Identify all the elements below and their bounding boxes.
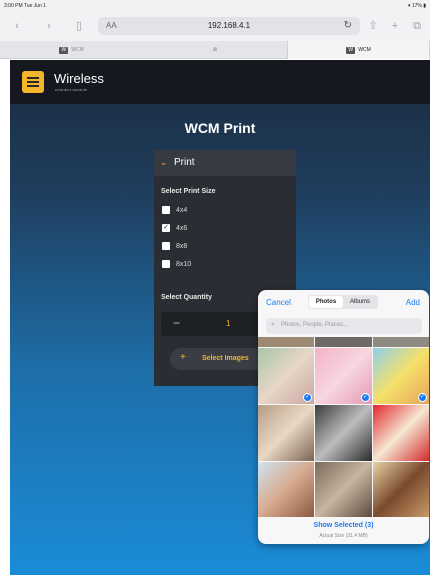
battery-indicator: ▾ 17% ▮ — [407, 3, 426, 9]
picker-toolbar: Cancel Photos Albums Add — [258, 290, 429, 316]
photo-thumbnail[interactable] — [373, 462, 429, 517]
checkmark-icon: ✓ — [418, 393, 427, 402]
checkbox[interactable] — [162, 260, 170, 268]
reload-icon[interactable]: ↻ — [344, 20, 352, 31]
status-time: 3:00 PM Tue Jun 1 — [4, 3, 46, 9]
quantity-value: 1 — [226, 319, 231, 328]
tab-title: WCM — [358, 47, 371, 53]
tab-favicon: W — [346, 46, 356, 54]
size-label: 4x4 — [176, 206, 188, 214]
add-button[interactable]: Add — [406, 298, 420, 307]
back-icon[interactable]: ‹ — [10, 19, 24, 33]
web-page: Wireless connect module WCM Print ⌄ Prin… — [10, 60, 430, 575]
actual-size-note: Actual Size (31.4 MB) — [319, 533, 368, 539]
tab-photos[interactable]: Photos — [309, 296, 343, 308]
hamburger-menu-button[interactable] — [22, 71, 44, 93]
select-images-label: Select Images — [202, 355, 249, 362]
photo-thumbnail[interactable]: ✓ — [373, 348, 429, 404]
browser-toolbar: ‹ › ▯ AA 192.168.4.1 ↻ ⇧ + ⧉ — [0, 11, 430, 41]
checkbox[interactable] — [162, 206, 170, 214]
picker-segmented-control: Photos Albums — [308, 295, 378, 309]
print-panel-header[interactable]: ⌄ Print — [154, 150, 296, 176]
app-header: Wireless connect module — [10, 60, 430, 104]
checkbox-checked[interactable]: ✓ — [162, 224, 170, 232]
photo-thumbnail[interactable] — [258, 462, 314, 517]
tab-favicon: W — [59, 46, 69, 54]
tabs-overview-icon[interactable]: ⧉ — [410, 19, 424, 33]
size-option-8x10[interactable]: 8x10 — [162, 257, 191, 271]
checkmark-icon: ✓ — [361, 393, 370, 402]
photo-thumbnail[interactable] — [373, 337, 429, 347]
panel-title: Print — [174, 157, 195, 168]
checkmark-icon: ✓ — [303, 393, 312, 402]
photo-thumbnail[interactable] — [373, 405, 429, 461]
app-logo: Wireless — [54, 71, 104, 86]
status-bar: 3:00 PM Tue Jun 1 ▾ 17% ▮ — [0, 0, 430, 11]
search-icon: ⌕ — [271, 321, 275, 328]
menu-line — [27, 77, 39, 79]
photo-thumbnail[interactable]: ✓ — [258, 348, 314, 404]
plus-icon: + — [180, 352, 186, 363]
tab-title: WCM — [71, 47, 84, 53]
size-option-8x8[interactable]: 8x8 — [162, 239, 187, 253]
photo-thumbnail[interactable] — [258, 405, 314, 461]
chevron-down-icon: ⌄ — [160, 157, 168, 167]
url-text: 192.168.4.1 — [207, 21, 251, 30]
tab-placeholder-icon: ⊠ — [212, 47, 218, 53]
menu-line — [27, 85, 39, 87]
photo-thumbnail[interactable] — [315, 405, 372, 461]
tab-strip: W WCM ⊠ W WCM — [0, 41, 430, 59]
tab-3[interactable]: W WCM — [287, 41, 430, 59]
page-title: WCM Print — [184, 120, 256, 136]
search-placeholder: Photos, People, Places... — [281, 322, 349, 328]
new-tab-icon[interactable]: + — [388, 19, 402, 33]
size-label: 8x10 — [176, 260, 192, 268]
bookmarks-icon[interactable]: ▯ — [72, 19, 86, 33]
photo-grid: ✓ ✓ ✓ — [258, 337, 429, 517]
forward-icon[interactable]: › — [42, 19, 56, 33]
cancel-button[interactable]: Cancel — [266, 298, 291, 307]
photo-search-input[interactable]: ⌕ Photos, People, Places... — [266, 318, 422, 334]
minus-icon[interactable]: − — [173, 316, 180, 330]
photo-thumbnail[interactable] — [315, 337, 372, 347]
size-label: 4x6 — [176, 224, 188, 232]
menu-line — [27, 81, 39, 83]
tab-2[interactable]: ⊠ — [143, 41, 287, 59]
app-logo-subtitle: connect module — [55, 87, 88, 92]
size-option-4x4[interactable]: 4x4 — [162, 203, 187, 217]
show-selected-button[interactable]: Show Selected (3) — [258, 522, 429, 529]
size-label: 8x8 — [176, 242, 188, 250]
share-icon[interactable]: ⇧ — [366, 19, 380, 33]
photo-thumbnail[interactable] — [315, 462, 372, 517]
size-option-4x6[interactable]: ✓ 4x6 — [162, 221, 187, 235]
photo-thumbnail[interactable]: ✓ — [315, 348, 372, 404]
photo-picker: Cancel Photos Albums Add ⌕ Photos, Peopl… — [258, 290, 429, 544]
tab-1[interactable]: W WCM — [0, 41, 143, 59]
photo-thumbnail[interactable] — [258, 337, 314, 347]
checkbox[interactable] — [162, 242, 170, 250]
quantity-label: Select Quantity — [161, 294, 212, 301]
address-bar[interactable]: AA 192.168.4.1 ↻ — [98, 17, 360, 35]
print-size-label: Select Print Size — [161, 188, 216, 195]
tab-albums[interactable]: Albums — [343, 296, 377, 308]
